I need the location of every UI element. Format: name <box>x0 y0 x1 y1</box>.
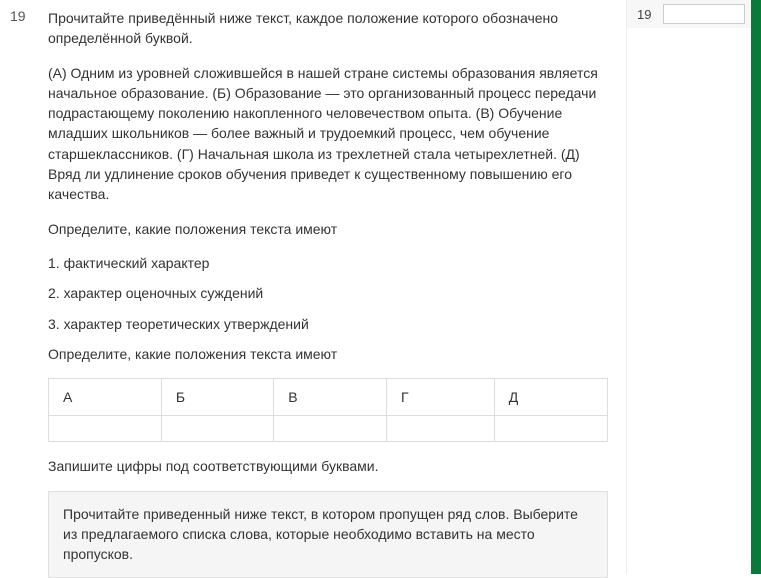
option-1: 1. фактический характер <box>48 253 608 273</box>
table-cell[interactable] <box>387 416 495 442</box>
answer-number: 19 <box>637 7 655 22</box>
table-cell[interactable] <box>161 416 273 442</box>
answer-table: А Б В Г Д <box>48 378 608 442</box>
question-footer: Запишите цифры под соответствующими букв… <box>48 456 608 476</box>
question-intro: Прочитайте приведённый ниже текст, каждо… <box>48 8 608 49</box>
option-3: 3. характер теоретических утверждений <box>48 314 608 334</box>
table-header-d: Д <box>494 379 607 416</box>
next-instruction-text: Прочитайте приведенный ниже текст, в кот… <box>63 506 578 563</box>
question-content: 19 Прочитайте приведённый ниже текст, ка… <box>0 0 626 574</box>
table-header-b: Б <box>161 379 273 416</box>
right-edge-bar <box>751 0 761 574</box>
table-header-v: В <box>274 379 387 416</box>
question-prompt: Определите, какие положения текста имеют <box>48 219 608 239</box>
answer-row: 19 <box>627 0 751 28</box>
answer-input[interactable] <box>663 4 745 24</box>
table-cell[interactable] <box>49 416 162 442</box>
answer-sidebar: 19 <box>626 0 751 574</box>
next-instruction-box: Прочитайте приведенный ниже текст, в кот… <box>48 491 608 578</box>
question-prompt-repeat: Определите, какие положения текста имеют <box>48 344 608 364</box>
table-cell[interactable] <box>494 416 607 442</box>
option-2: 2. характер оценочных суждений <box>48 283 608 303</box>
table-header-a: А <box>49 379 162 416</box>
question-number: 19 <box>10 8 26 24</box>
question-passage: (А) Одним из уровней сложившейся в нашей… <box>48 63 608 205</box>
table-header-g: Г <box>387 379 495 416</box>
table-cell[interactable] <box>274 416 387 442</box>
